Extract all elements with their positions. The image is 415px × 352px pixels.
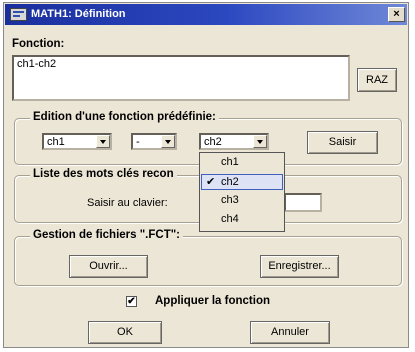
annuler-label: Annuler (271, 326, 309, 338)
operator-combo[interactable]: - (131, 133, 177, 150)
annuler-button[interactable]: Annuler (250, 321, 330, 344)
enregistrer-button[interactable]: Enregistrer... (260, 255, 339, 278)
ok-button[interactable]: OK (88, 321, 162, 344)
fonction-textarea[interactable]: ch1-ch2 (12, 55, 350, 101)
option-label: ch4 (221, 213, 239, 225)
operand2-value: ch2 (204, 136, 222, 148)
fichiers-group-title: Gestion de fichiers ".FCT": (30, 229, 184, 241)
close-button[interactable]: × (388, 7, 405, 22)
option-label: ch1 (221, 156, 239, 168)
ouvrir-button[interactable]: Ouvrir... (69, 255, 148, 278)
option-label: ch2 (221, 176, 239, 188)
raz-button[interactable]: RAZ (357, 68, 397, 92)
window-title: MATH1: Définition (31, 8, 126, 20)
ok-label: OK (117, 326, 133, 338)
fonction-value: ch1-ch2 (17, 58, 57, 70)
appliquer-checkbox[interactable]: ✔ (126, 296, 137, 307)
saisir-label: Saisir (328, 136, 357, 148)
check-icon: ✔ (206, 176, 216, 188)
ouvrir-label: Ouvrir... (89, 260, 128, 272)
edition-group-title: Edition d'une fonction prédéfinie: (30, 111, 219, 123)
app-window-icon (10, 8, 27, 21)
dropdown-option-ch2[interactable]: ✔ ch2 (201, 174, 283, 190)
chevron-down-icon[interactable] (253, 135, 267, 148)
dropdown-option-ch3[interactable]: ch3 (201, 193, 283, 209)
operand1-combo[interactable]: ch1 (42, 133, 112, 150)
fonction-label: Fonction: (12, 38, 65, 50)
operand2-combo[interactable]: ch2 (199, 133, 269, 150)
enregistrer-label: Enregistrer... (268, 260, 331, 272)
saisir-button[interactable]: Saisir (307, 131, 378, 154)
title-bar[interactable]: MATH1: Définition × (5, 4, 407, 25)
check-icon: ✔ (127, 296, 136, 307)
raz-label: RAZ (366, 74, 388, 86)
operand1-value: ch1 (47, 136, 65, 148)
saisir-clavier-label: Saisir au clavier: (87, 197, 168, 209)
option-label: ch3 (221, 194, 239, 206)
mots-cles-group-title: Liste des mots clés recon (30, 168, 177, 180)
chevron-down-icon[interactable] (161, 135, 175, 148)
dropdown-option-ch4[interactable]: ch4 (201, 212, 283, 228)
appliquer-label: Appliquer la fonction (155, 295, 270, 307)
operator-value: - (136, 136, 140, 148)
operand2-dropdown-list: ch1 ✔ ch2 ch3 ch4 (199, 152, 285, 232)
chevron-down-icon[interactable] (96, 135, 110, 148)
keyword-input[interactable] (284, 193, 322, 212)
dropdown-option-ch1[interactable]: ch1 (201, 155, 283, 171)
